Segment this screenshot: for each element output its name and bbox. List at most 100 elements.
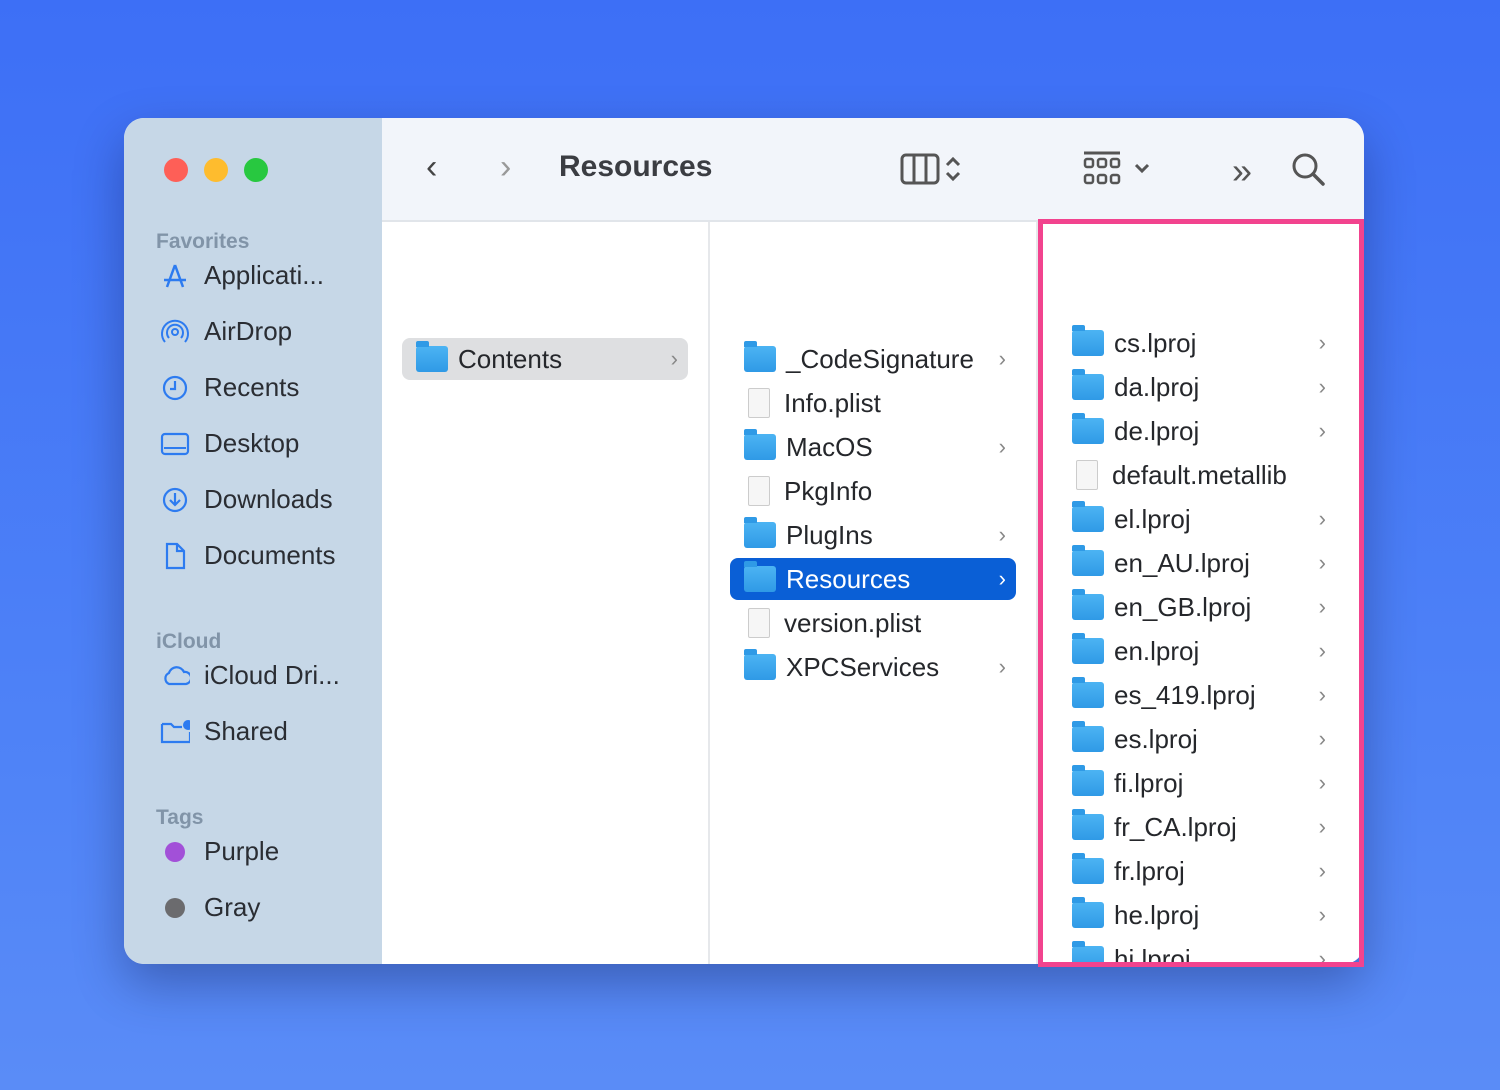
file-item[interactable]: PkgInfo [730,470,1016,512]
file-item[interactable]: version.plist [730,602,1016,644]
sidebar-item-applicati[interactable]: Applicati... [160,260,324,291]
sidebar-item-label: Shared [204,716,288,746]
folder-item[interactable]: _CodeSignature › [730,338,1016,380]
close-button[interactable] [164,158,188,182]
chevron-left-icon: ‹ [426,148,438,186]
item-name: es.lproj [1114,723,1198,754]
back-button[interactable]: ‹ [426,148,437,187]
search-button[interactable] [1290,151,1326,187]
sidebar-item-downloads[interactable]: Downloads [160,484,333,515]
chevron-right-icon: › [1318,330,1326,355]
folder-item[interactable]: he.lproj › [1058,894,1336,936]
folder-item[interactable]: XPCServices › [730,646,1016,688]
chevron-right-icon: › [1318,506,1326,531]
file-icon [748,388,770,418]
columns-view-icon [900,153,940,185]
forward-button[interactable]: › [500,148,511,187]
item-name: cs.lproj [1114,327,1197,358]
sidebar-item-gray[interactable]: Gray [160,892,260,923]
sidebar: Favorites Applicati... AirDrop Recents Deskt… [124,118,382,964]
folder-item[interactable]: Contents › [402,338,688,380]
item-name: PkgInfo [784,475,873,506]
folder-item[interactable]: hi.lproj › [1058,938,1336,964]
folder-icon [744,341,776,372]
folder-item[interactable]: fr_CA.lproj › [1058,806,1336,848]
chevron-right-icon: › [998,346,1006,371]
folder-icon [1072,545,1104,576]
download-icon [160,485,190,515]
file-item[interactable]: default.metallib [1058,454,1336,496]
sidebar-item-iclouddri[interactable]: iCloud Dri... [160,660,340,691]
folder-item[interactable]: fi.lproj › [1058,762,1336,804]
sidebar-item-label: Gray [204,892,261,922]
file-icon [748,608,770,638]
folder-item[interactable]: da.lproj › [1058,366,1336,408]
chevron-right-icon: › [500,148,512,186]
chevron-right-icon: › [670,346,678,371]
column-2: _CodeSignature › Info.plist MacOS › PkgInfo Pl… [710,222,1038,964]
item-name: MacOS [786,431,873,462]
chevron-right-icon: › [1318,858,1326,883]
item-name: en_AU.lproj [1114,547,1250,578]
folder-icon [416,341,448,372]
sidebar-item-label: iCloud Dri... [204,660,340,690]
window-controls [164,158,268,182]
folder-item[interactable]: es.lproj › [1058,718,1336,760]
item-name: Contents [458,343,563,374]
column-3: cs.lproj › da.lproj › de.lproj › default.metal… [1038,222,1364,964]
chevron-right-icon: › [1318,594,1326,619]
folder-item[interactable]: en.lproj › [1058,630,1336,672]
item-name: Resources [786,563,911,594]
sidebar-item-documents[interactable]: Documents [160,540,336,571]
folder-item[interactable]: en_AU.lproj › [1058,542,1336,584]
item-name: de.lproj [1114,415,1200,446]
sidebar-item-recents[interactable]: Recents [160,372,299,403]
folder-item[interactable]: fr.lproj › [1058,850,1336,892]
folder-item[interactable]: es_419.lproj › [1058,674,1336,716]
folder-icon [1072,941,1104,964]
folder-icon [1072,765,1104,796]
minimize-button[interactable] [204,158,228,182]
tag-dot-icon [160,837,190,867]
chevron-right-icon: › [1318,726,1326,751]
applications-icon [160,261,190,291]
folder-item[interactable]: en_GB.lproj › [1058,586,1336,628]
sidebar-item-shared[interactable]: Shared [160,716,288,747]
folder-item[interactable]: el.lproj › [1058,498,1336,540]
folder-icon [1072,633,1104,664]
view-mode-button[interactable] [900,153,966,185]
folder-item[interactable]: cs.lproj › [1058,322,1336,364]
double-chevron-icon: » [1232,150,1253,191]
item-name: version.plist [784,607,922,638]
chevron-right-icon: › [1318,374,1326,399]
chevron-right-icon: › [1318,770,1326,795]
sidebar-section-icloud: iCloud [156,630,222,653]
folder-icon [1072,853,1104,884]
more-button[interactable]: » [1232,150,1252,192]
sidebar-section-tags: Tags [156,806,204,829]
shared-folder-icon [160,717,190,747]
folder-icon [1072,369,1104,400]
group-button[interactable] [1082,151,1158,187]
sidebar-item-desktop[interactable]: Desktop [160,428,299,459]
file-item[interactable]: Info.plist [730,382,1016,424]
folder-item[interactable]: de.lproj › [1058,410,1336,452]
chevron-down-icon [1134,163,1150,174]
file-icon [748,476,770,506]
folder-item[interactable]: Resources › [730,558,1016,600]
sidebar-item-purple[interactable]: Purple [160,836,279,867]
chevron-right-icon: › [998,522,1006,547]
toolbar: ‹ › Resources » [382,118,1364,222]
document-icon [160,541,190,571]
airdrop-icon [160,317,190,347]
folder-item[interactable]: PlugIns › [730,514,1016,556]
sidebar-item-airdrop[interactable]: AirDrop [160,316,292,347]
chevron-right-icon: › [998,654,1006,679]
folder-icon [1072,413,1104,444]
sidebar-item-label: Recents [204,372,300,402]
folder-item[interactable]: MacOS › [730,426,1016,468]
zoom-button[interactable] [244,158,268,182]
folder-icon [1072,721,1104,752]
sidebar-item-label: Purple [204,836,280,866]
item-name: fr.lproj [1114,855,1185,886]
